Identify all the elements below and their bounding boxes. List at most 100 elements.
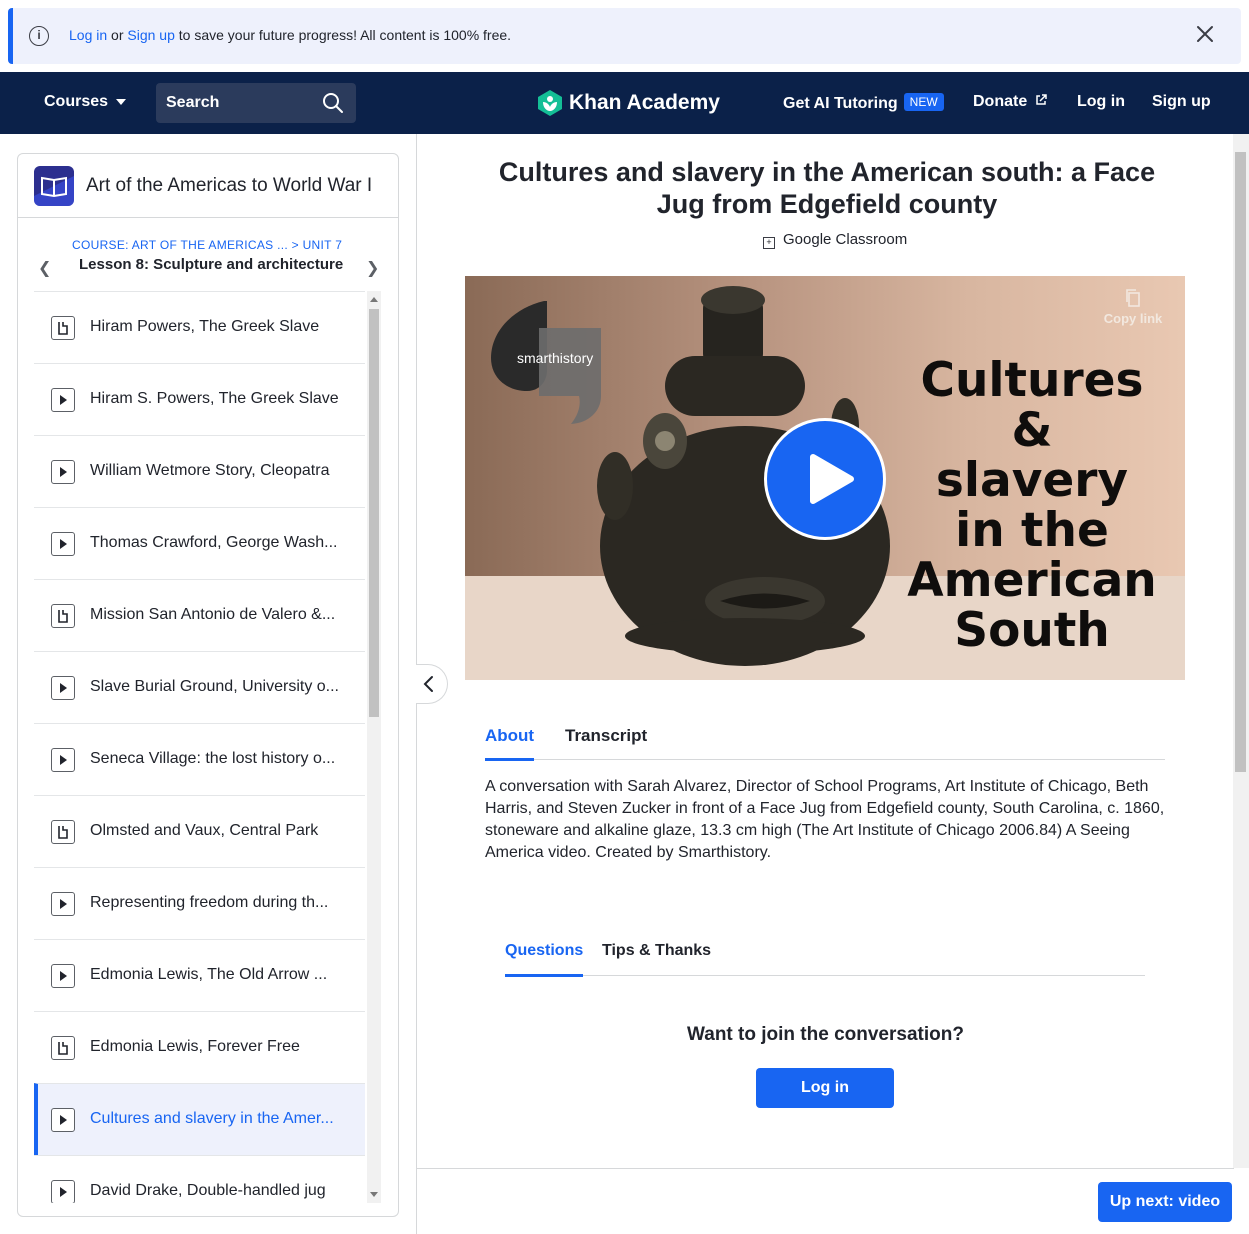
copy-link-label: Copy link [1103,311,1163,326]
breadcrumb-unit-link[interactable]: UNIT 7 [303,238,343,252]
signup-link[interactable]: Sign up [1152,93,1211,111]
search-input[interactable]: Search [156,83,356,123]
scrollbar-thumb[interactable] [369,309,379,717]
list-item-label: David Drake, Double-handled jug [90,1182,326,1199]
overlay-line: South [954,603,1110,658]
brand-name: Khan Academy [569,91,720,114]
banner-signup-link[interactable]: Sign up [127,27,174,43]
sidebar-scrollbar[interactable] [367,291,381,1203]
list-item[interactable]: Slave Burial Ground, University o... [34,651,365,723]
chevron-left-icon [423,676,433,692]
chevron-down-icon [116,98,127,105]
smarthistory-logo: smarthistory [491,301,601,424]
login-button[interactable]: Log in [756,1068,894,1108]
donate-label: Donate [973,93,1028,110]
overlay-line: Cultures & [920,353,1144,458]
sticky-footer: Up next: video [417,1168,1234,1234]
list-item-label: Thomas Crawford, George Wash... [90,534,338,551]
tab-tips-thanks[interactable]: Tips & Thanks [602,942,711,960]
video-play-icon [51,532,75,556]
list-item[interactable]: David Drake, Double-handled jug [34,1155,365,1203]
join-conversation-prompt: Want to join the conversation? [687,1024,964,1045]
course-header[interactable]: Art of the Americas to World War I [18,154,398,218]
search-icon [323,93,343,113]
donate-link[interactable]: Donate [973,93,1047,111]
google-classroom-icon: + [763,237,775,249]
scroll-up-icon[interactable] [370,297,378,302]
breadcrumb-separator: > [288,238,303,252]
course-sidebar: Art of the Americas to World War I ❮ COU… [17,153,399,1217]
list-item[interactable]: Cultures and slavery in the Amer... [34,1083,365,1155]
list-item[interactable]: William Wetmore Story, Cleopatra [34,435,365,507]
course-book-icon [34,166,74,206]
main-content: Cultures and slavery in the American sou… [416,134,1234,1234]
video-play-icon [51,1108,75,1132]
close-icon[interactable] [1195,24,1215,44]
collapse-sidebar-button[interactable] [416,664,448,704]
lesson-content-list: Hiram Powers, The Greek Slave Hiram S. Po… [34,291,365,1203]
tab-about[interactable]: About [485,726,535,761]
copy-link-button[interactable]: Copy link [1101,288,1165,326]
list-item[interactable]: Representing freedom during th... [34,867,365,939]
list-item[interactable]: Thomas Crawford, George Wash... [34,507,365,579]
list-item[interactable]: Edmonia Lewis, The Old Arrow ... [34,939,365,1011]
list-item[interactable]: Hiram Powers, The Greek Slave [34,291,365,363]
overlay-line: slavery [935,453,1129,508]
info-icon: i [29,26,49,46]
list-item-label: Edmonia Lewis, The Old Arrow ... [90,966,328,983]
page-title: Cultures and slavery in the American sou… [498,157,1156,219]
tab-transcript[interactable]: Transcript [565,726,647,746]
new-badge: NEW [903,93,944,111]
lesson-title: Lesson 8: Sculpture and architecture [79,256,344,273]
video-play-icon [51,676,75,700]
smarthistory-brand-text: smarthistory [517,350,593,366]
google-classroom-button[interactable]: + Google Classroom [763,231,907,249]
discussion-tabs: Questions Tips & Thanks [505,940,1145,977]
scroll-down-icon[interactable] [370,1192,378,1197]
article-icon [51,604,75,628]
page-scrollbar[interactable] [1233,134,1249,1168]
copy-icon [1126,289,1140,307]
breadcrumb-course-link[interactable]: COURSE: ART OF THE AMERICAS ... [72,238,288,252]
google-classroom-label: Google Classroom [783,231,908,248]
list-item-label: Mission San Antonio de Valero &... [90,606,336,623]
list-item[interactable]: Edmonia Lewis, Forever Free [34,1011,365,1083]
list-item-label: Hiram Powers, The Greek Slave [90,318,320,335]
list-item-label: Olmsted and Vaux, Central Park [90,822,319,839]
banner-or-text: or [107,27,128,43]
ai-tutoring-label: Get AI Tutoring [783,95,898,112]
tab-questions[interactable]: Questions [505,942,584,977]
list-item[interactable]: Olmsted and Vaux, Central Park [34,795,365,867]
list-item-label: Cultures and slavery in the Amer... [90,1110,334,1127]
list-item-label: William Wetmore Story, Cleopatra [90,462,330,479]
list-item[interactable]: Mission San Antonio de Valero &... [34,579,365,651]
video-play-icon [51,892,75,916]
top-navigation: Courses Search Khan Academy [0,72,1249,134]
external-link-icon [1035,94,1047,105]
play-icon [810,454,854,504]
video-title-overlay: Cultures & slavery in the American South [897,356,1167,656]
article-icon [51,316,75,340]
ai-tutoring-link[interactable]: Get AI Tutoring NEW [783,93,944,113]
page-scrollbar-thumb[interactable] [1235,152,1246,772]
khan-leaf-icon [538,90,562,116]
overlay-line: in the [955,503,1109,558]
banner-message-text: to save your future progress! All conten… [174,27,512,43]
play-button[interactable] [764,418,886,540]
video-player[interactable]: smarthistory Copy link Cultures & slavery… [465,276,1185,680]
courses-menu-button[interactable]: Courses [44,93,127,111]
previous-lesson-arrow-icon[interactable]: ❮ [38,258,51,278]
login-link[interactable]: Log in [1077,93,1125,111]
article-icon [51,820,75,844]
khan-academy-logo[interactable]: Khan Academy [537,89,720,117]
list-item[interactable]: Hiram S. Powers, The Greek Slave [34,363,365,435]
video-play-icon [51,964,75,988]
search-placeholder: Search [166,94,220,111]
banner-message: Log in or Sign up to save your future pr… [69,27,511,43]
list-item[interactable]: Seneca Village: the lost history o... [34,723,365,795]
content-tabs: About Transcript [485,724,1165,761]
banner-login-link[interactable]: Log in [69,27,107,43]
up-next-button[interactable]: Up next: video [1098,1182,1232,1222]
next-lesson-arrow-icon[interactable]: ❯ [366,258,379,278]
list-item-label: Seneca Village: the lost history o... [90,750,336,767]
